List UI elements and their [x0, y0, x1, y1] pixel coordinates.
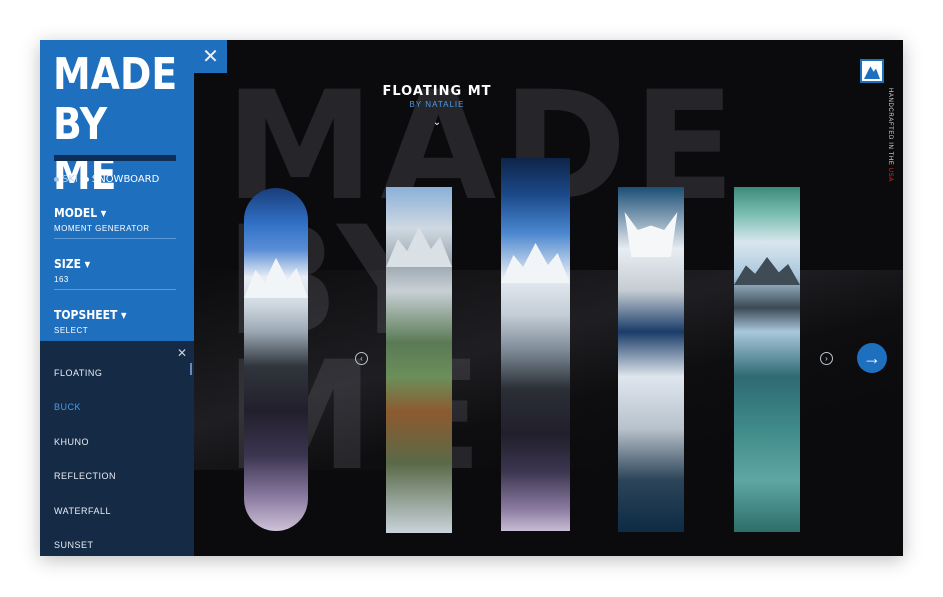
board-mountain-art — [244, 258, 308, 298]
board-reflection[interactable] — [734, 187, 800, 532]
board-mountain-art — [734, 257, 800, 285]
divider — [54, 238, 176, 239]
chevron-down-icon[interactable]: ⌄ — [337, 117, 537, 128]
board-mountain-art — [386, 227, 452, 267]
toggle-snowboard[interactable]: SNOWBOARD — [83, 174, 159, 185]
board-title: FLOATING MT BY NATALIE ⌄ — [337, 84, 537, 128]
list-item[interactable]: FLOATING — [54, 368, 102, 378]
board-floating-selected[interactable] — [501, 158, 570, 531]
board-buck[interactable] — [386, 187, 452, 533]
arrow-right-icon[interactable]: → — [857, 343, 887, 373]
board-mountain-art — [501, 243, 570, 283]
board-artist: BY NATALIE — [409, 100, 465, 109]
brand-logo-icon[interactable] — [860, 59, 884, 83]
close-icon[interactable]: ✕ — [194, 40, 227, 73]
list-item[interactable]: SUNSET — [54, 540, 94, 550]
chevron-down-icon: ▼ — [121, 310, 127, 320]
radio-dot-icon — [54, 177, 59, 182]
chevron-down-icon: ▼ — [84, 259, 91, 269]
size-select[interactable]: SIZE ▼ 163 — [54, 257, 176, 290]
topsheet-value: SELECT — [54, 326, 89, 335]
size-value: 163 — [54, 275, 69, 284]
board-khuno[interactable] — [618, 187, 684, 532]
divider — [54, 289, 176, 290]
brand-divider — [54, 155, 176, 161]
chevron-right-icon[interactable]: › — [820, 352, 833, 365]
list-item[interactable]: BUCK — [54, 402, 81, 412]
sidebar: MADE BY ME SKI SNOWBOARD MODEL ▼ MOMENT G… — [40, 40, 194, 556]
radio-dot-icon — [83, 177, 89, 182]
close-icon[interactable]: ✕ — [177, 346, 187, 360]
handcrafted-badge: HANDCRAFTED IN THE USA — [887, 88, 893, 182]
topsheet-select[interactable]: TOPSHEET ▼ SELECT — [54, 308, 176, 335]
list-item[interactable]: WATERFALL — [54, 506, 111, 516]
board-floating[interactable] — [244, 188, 308, 531]
model-select[interactable]: MODEL ▼ MOMENT GENERATOR — [54, 206, 176, 239]
topsheet-dropdown: ✕ FLOATING BUCK KHUNO REFLECTION WATERFA… — [40, 341, 194, 556]
board-name: FLOATING MT — [382, 84, 492, 99]
board-wolf-art — [624, 212, 678, 257]
sport-toggle: SKI SNOWBOARD — [54, 174, 159, 185]
app-window: MADE BY ME ‹ › → FLOATING MT BY NATALIE … — [40, 40, 903, 556]
list-item[interactable]: KHUNO — [54, 437, 89, 447]
scrollbar[interactable] — [190, 363, 192, 375]
list-item[interactable]: REFLECTION — [54, 471, 116, 481]
config-panel: MADE BY ME SKI SNOWBOARD MODEL ▼ MOMENT G… — [40, 40, 194, 341]
model-value: MOMENT GENERATOR — [54, 224, 150, 233]
toggle-ski[interactable]: SKI — [54, 174, 78, 185]
chevron-left-icon[interactable]: ‹ — [355, 352, 368, 365]
chevron-down-icon: ▼ — [100, 208, 107, 218]
